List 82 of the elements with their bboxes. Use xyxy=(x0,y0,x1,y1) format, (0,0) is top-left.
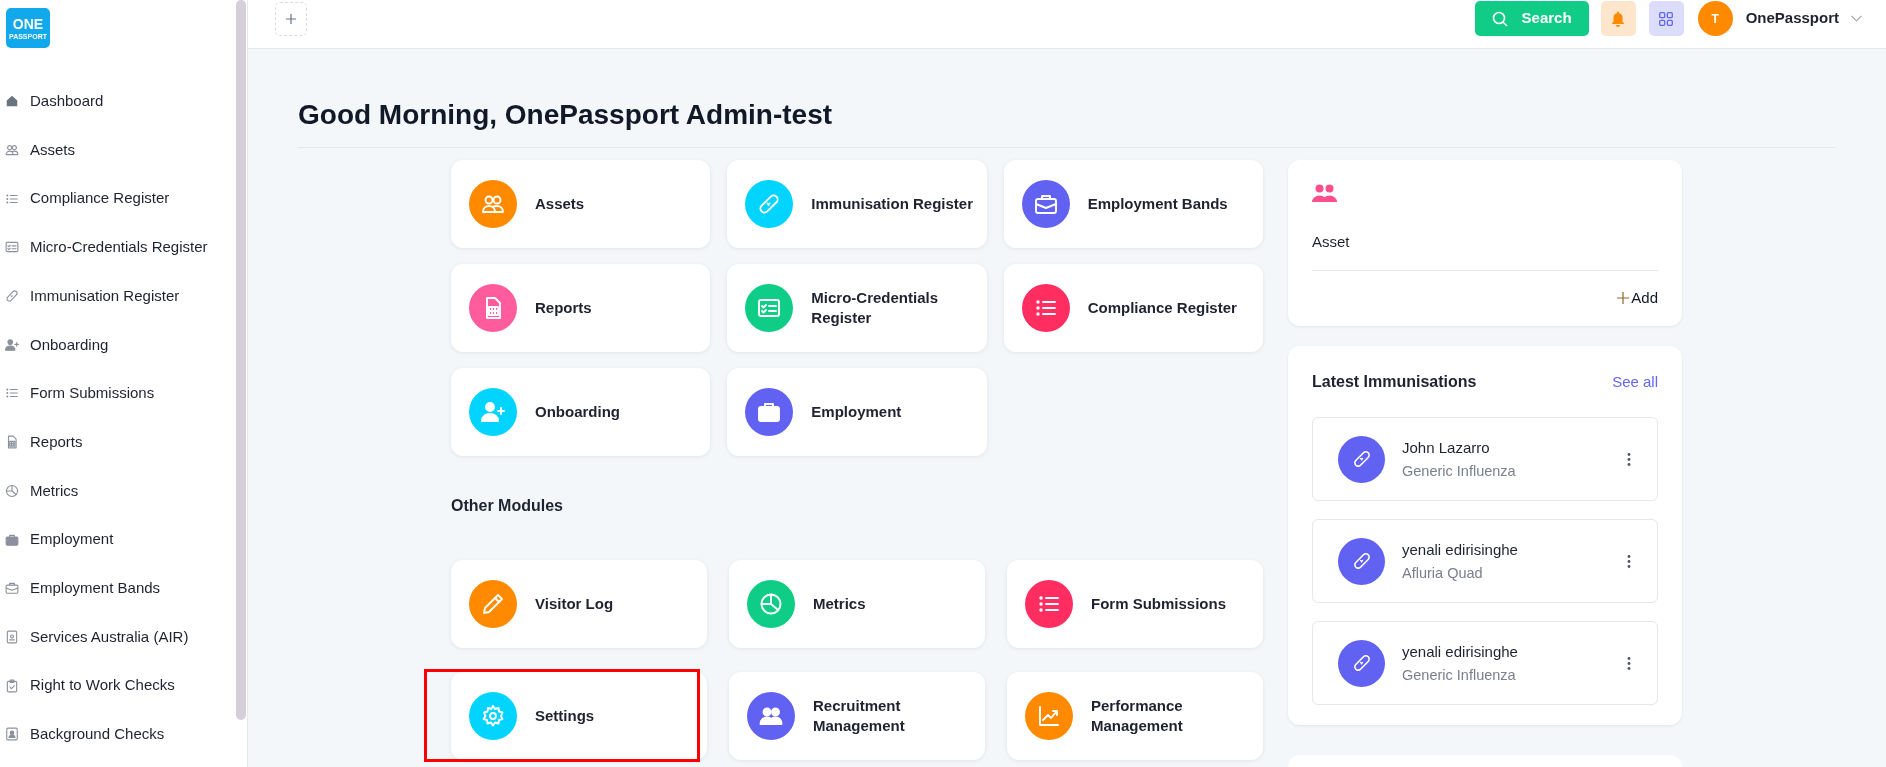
user-plus-icon xyxy=(481,400,505,424)
users-icon xyxy=(5,143,19,158)
person-card-icon xyxy=(5,727,19,742)
card-title: Latest Immunisations xyxy=(1312,372,1477,392)
grid-icon xyxy=(1659,11,1674,26)
vaccine-name: Afluria Quad xyxy=(1402,563,1484,583)
bandage-icon xyxy=(5,289,19,304)
module-card[interactable]: Employment Bands xyxy=(1003,160,1263,248)
sidebar-item[interactable]: Background Checks xyxy=(0,709,232,759)
module-card[interactable]: Immunisation Register xyxy=(727,160,987,248)
briefcase-icon xyxy=(5,581,19,596)
module-card[interactable]: Metrics xyxy=(729,560,985,648)
more-options-icon[interactable] xyxy=(1627,656,1631,670)
search-icon xyxy=(1491,10,1508,27)
user-plus-icon xyxy=(5,337,19,352)
id-card-icon xyxy=(5,240,19,255)
sidebar-item[interactable]: Employment Bands xyxy=(0,563,232,613)
apps-button[interactable] xyxy=(1648,1,1684,36)
sidebar-item[interactable]: Right to Work Checks xyxy=(0,661,232,710)
sidebar-item[interactable]: Compliance Register xyxy=(0,174,232,224)
pencil-icon xyxy=(481,592,505,616)
list-icon xyxy=(5,191,19,206)
vaccine-name: Generic Influenza xyxy=(1402,461,1517,481)
spreadsheet-icon xyxy=(5,435,19,450)
briefcase-icon xyxy=(5,532,19,547)
home-icon xyxy=(5,94,19,109)
bell-icon xyxy=(1611,10,1626,27)
person-name: John Lazarro xyxy=(1402,437,1491,457)
user-name[interactable]: OnePassport xyxy=(1745,7,1839,30)
bandage-icon xyxy=(757,192,782,216)
sidebar-item[interactable]: Dashboard xyxy=(0,77,232,126)
sidebar-item[interactable]: Metrics xyxy=(0,466,232,516)
more-options-icon[interactable] xyxy=(1627,554,1631,568)
immunisation-item[interactable]: John Lazarro Generic Influenza xyxy=(1312,417,1658,501)
pie-chart-icon xyxy=(759,592,783,616)
users-icon xyxy=(1312,184,1337,202)
sidebar-item[interactable]: Onboarding xyxy=(0,320,232,370)
id-badge-icon xyxy=(5,629,19,644)
module-card[interactable]: Reports xyxy=(451,264,711,352)
module-card[interactable]: Employment xyxy=(727,368,987,456)
bandage-icon xyxy=(1351,551,1372,571)
briefcase-icon xyxy=(1033,192,1058,216)
list-icon xyxy=(5,386,19,401)
line-chart-icon xyxy=(1037,704,1061,728)
module-card[interactable]: Micro-Credentials Register xyxy=(727,264,987,352)
sidebar-item[interactable]: Micro-Credentials Register xyxy=(0,223,232,272)
clipboard-check-icon xyxy=(5,678,19,693)
person-name: yenali edirisinghe xyxy=(1402,641,1519,661)
plus-icon xyxy=(1617,292,1630,304)
pie-chart-icon xyxy=(5,483,19,498)
sidebar-item[interactable]: Reports xyxy=(0,417,232,467)
sidebar-item[interactable]: Form Submissions xyxy=(0,369,232,418)
immunisation-item[interactable]: yenali edirisinghe Afluria Quad xyxy=(1312,519,1658,603)
immunisation-item[interactable]: yenali edirisinghe Generic Influenza xyxy=(1312,621,1658,705)
sidebar-item[interactable]: Assets xyxy=(0,125,232,175)
briefcase-icon xyxy=(757,400,782,424)
bandage-icon xyxy=(1351,449,1372,469)
module-card[interactable]: Compliance Register xyxy=(1003,264,1263,352)
bandage-icon xyxy=(1351,653,1372,673)
module-card[interactable]: Recruitment Management xyxy=(729,672,985,760)
sidebar-item[interactable]: Services Australia (AIR) xyxy=(0,612,232,662)
sidebar-item[interactable]: Immunisation Register xyxy=(0,271,232,321)
greeting-heading: Good Morning, OnePassport Admin-test xyxy=(298,98,834,132)
module-card[interactable]: Onboarding xyxy=(451,368,711,456)
module-card[interactable]: Settings xyxy=(451,672,707,760)
vaccine-name: Generic Influenza xyxy=(1402,665,1517,685)
notifications-button[interactable] xyxy=(1600,1,1636,36)
person-name: yenali edirisinghe xyxy=(1402,539,1519,559)
module-card[interactable]: Form Submissions xyxy=(1007,560,1263,648)
id-card-icon xyxy=(757,296,782,320)
section-heading: Other Modules xyxy=(451,496,564,516)
module-card[interactable]: Assets xyxy=(451,160,711,248)
card-title: Asset xyxy=(1312,232,1351,252)
scrollbar-thumb[interactable] xyxy=(236,0,246,720)
more-options-icon[interactable] xyxy=(1627,452,1631,466)
module-card[interactable]: Visitor Log xyxy=(451,560,707,648)
gear-icon xyxy=(481,704,505,728)
sidebar-item[interactable]: Employment xyxy=(0,515,232,564)
add-link[interactable]: Add xyxy=(1617,288,1658,308)
module-card[interactable]: Performance Management xyxy=(1007,672,1263,760)
plus-icon xyxy=(285,12,297,25)
see-all-link[interactable]: See all xyxy=(1612,370,1658,394)
